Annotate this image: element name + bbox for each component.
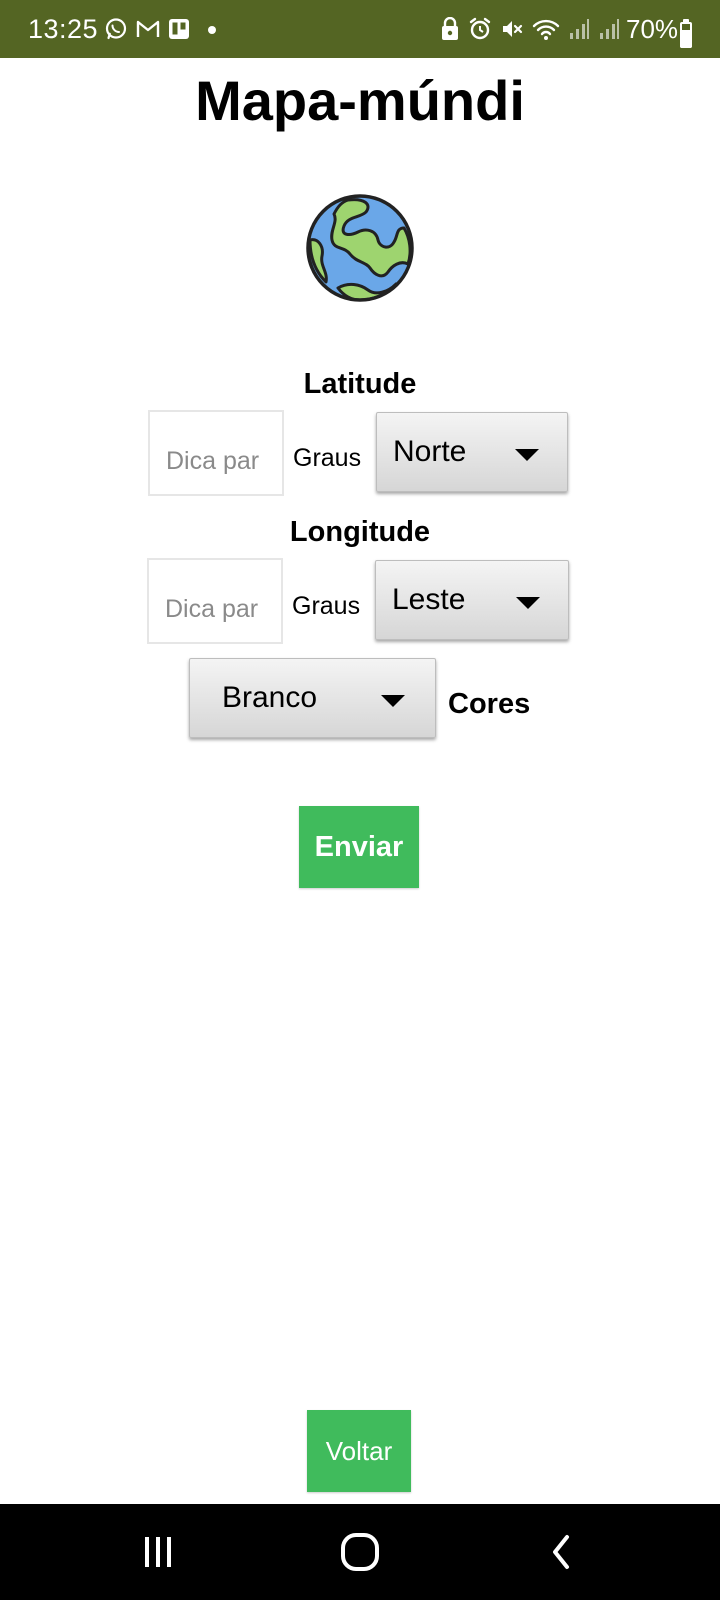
longitude-unit: Graus <box>292 592 361 620</box>
longitude-label: Longitude <box>289 516 431 548</box>
submit-button[interactable]: Enviar <box>299 806 419 888</box>
latitude-direction-dropdown[interactable]: Norte <box>376 412 568 492</box>
home-button[interactable] <box>320 1524 400 1580</box>
back-button[interactable]: Voltar <box>307 1410 411 1492</box>
recent-apps-icon <box>145 1537 171 1567</box>
whatsapp-icon <box>105 18 127 40</box>
latitude-field[interactable] <box>148 410 284 496</box>
back-icon <box>553 1535 569 1569</box>
dropdown-arrow-icon <box>381 695 405 707</box>
lock-icon <box>442 17 458 40</box>
status-time: 13:25 <box>28 14 99 44</box>
longitude-direction-value: Leste <box>392 583 466 616</box>
system-icons <box>440 16 620 42</box>
globe-icon <box>306 194 414 302</box>
recent-apps-button[interactable] <box>118 1524 198 1580</box>
status-bar: 13:25 70% <box>0 0 720 58</box>
battery-icon <box>680 19 692 48</box>
latitude-input[interactable] <box>150 412 282 494</box>
dot-icon <box>208 26 216 34</box>
dropdown-arrow-icon <box>516 597 540 609</box>
mute-icon <box>503 21 523 37</box>
dropdown-arrow-icon <box>515 449 539 461</box>
alarm-icon <box>469 17 491 40</box>
notification-icons <box>104 16 220 42</box>
color-value: Branco <box>222 681 318 714</box>
longitude-input[interactable] <box>149 560 281 642</box>
navigation-bar <box>0 1504 720 1600</box>
latitude-unit: Graus <box>293 444 362 472</box>
colors-label: Cores <box>448 688 531 720</box>
trello-icon <box>169 19 189 39</box>
signal-icon <box>570 19 589 39</box>
latitude-label: Latitude <box>303 368 417 400</box>
home-icon <box>341 1533 379 1571</box>
battery-percentage: 70% <box>626 14 679 44</box>
system-back-button[interactable] <box>522 1524 602 1580</box>
latitude-direction-value: Norte <box>393 435 467 468</box>
page-title: Mapa-múndi <box>195 69 525 132</box>
signal-icon <box>600 19 619 39</box>
longitude-direction-dropdown[interactable]: Leste <box>375 560 569 640</box>
gmail-icon <box>136 20 160 37</box>
color-dropdown[interactable]: Branco <box>189 658 436 738</box>
wifi-icon <box>532 19 560 40</box>
longitude-field[interactable] <box>147 558 283 644</box>
